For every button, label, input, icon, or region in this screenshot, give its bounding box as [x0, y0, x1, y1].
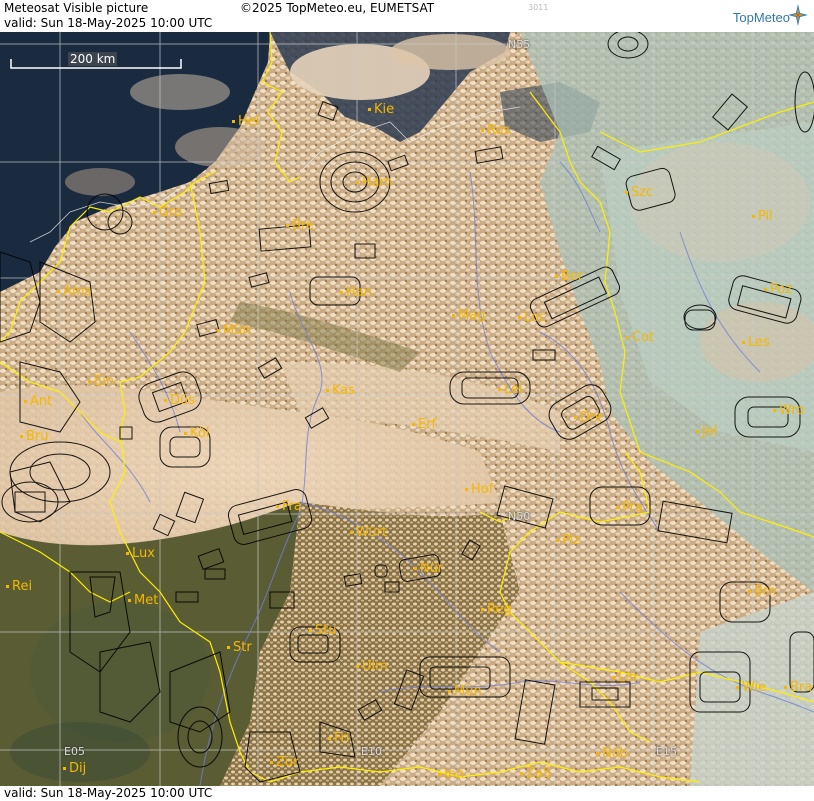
copyright-text: ©2025 TopMeteo.eu, EUMETSAT [240, 1, 435, 15]
grid-label: E15 [656, 745, 677, 758]
city-label: Gro [153, 205, 182, 220]
valid-time: valid: Sun 18-May-2025 10:00 UTC [4, 16, 213, 30]
city-label: Lux [126, 546, 155, 561]
city-label: Erf [412, 417, 436, 432]
city-label: Ant [24, 394, 52, 409]
city-label: Stu [309, 623, 337, 638]
city-label: Kas [326, 383, 355, 398]
city-label: Bru [20, 429, 49, 444]
satellite-image [0, 32, 814, 786]
header-bar: Meteosat Visible picture valid: Sun 18-M… [0, 0, 814, 32]
city-label: Jel [696, 424, 717, 439]
city-label: Mün [217, 323, 251, 338]
city-label: Zür [270, 755, 299, 770]
city-label: Ham [356, 175, 392, 190]
city-label: Pra [616, 500, 643, 515]
city-label: Nöb [596, 746, 628, 761]
city-label: Wie [736, 680, 766, 695]
city-label: Plz [556, 533, 580, 548]
city-label: Würt [350, 525, 387, 540]
page-title: Meteosat Visible picture [4, 1, 149, 15]
satellite-map: 200 km N55 N50 E05 E10 E15 Hel Kie Ros H… [0, 32, 814, 786]
footer-bar: valid: Sun 18-May-2025 10:00 UTC [0, 786, 814, 801]
city-label: Les [742, 335, 770, 350]
city-label: Kie [368, 102, 394, 117]
city-label: Loc [518, 310, 546, 325]
city-label: Han [340, 285, 372, 300]
city-label: Inn [438, 767, 464, 782]
city-label: Poz [764, 282, 792, 297]
grid-label: N55 [508, 38, 531, 51]
city-label: Dre [574, 410, 603, 425]
city-label: Ams [57, 284, 91, 299]
city-label: Dij [63, 761, 86, 776]
city-label: Ber [555, 269, 583, 284]
city-label: Ros [481, 123, 510, 138]
city-label: Ein [88, 374, 114, 389]
city-label: Fra [276, 499, 302, 514]
city-label: Szc [625, 185, 653, 200]
city-label: Pil [752, 209, 773, 224]
logo-text: TopMeteo [732, 10, 790, 25]
city-label: Str [227, 640, 252, 655]
grid-label: N50 [508, 510, 531, 523]
city-label: Cot [626, 330, 654, 345]
city-label: Brn [748, 584, 776, 599]
city-label: Met [128, 593, 158, 608]
city-label: Wro [773, 403, 804, 418]
city-label: Fri [328, 731, 350, 746]
city-label: Düs [164, 393, 195, 408]
grid-label: E10 [361, 745, 382, 758]
city-label: Ulm [356, 659, 388, 674]
city-label: Köl [184, 426, 209, 441]
topmeteo-logo-icon [788, 4, 808, 26]
city-label: Bra [784, 680, 812, 695]
city-label: Nür [414, 561, 443, 576]
city-label: Hel [232, 114, 259, 129]
footer-valid-time: valid: Sun 18-May-2025 10:00 UTC [4, 786, 213, 800]
city-label: Bre [286, 218, 314, 233]
grid-label: E05 [64, 745, 85, 758]
image-code: 3011 [528, 3, 549, 12]
scale-label: 200 km [68, 52, 118, 66]
city-label: Rei [6, 579, 32, 594]
city-label: Reg [481, 602, 512, 617]
city-label: ZaS [520, 766, 551, 781]
city-label: Hof [465, 482, 493, 497]
city-label: Mag [452, 308, 485, 323]
city-label: Lei [498, 382, 523, 397]
city-label: Mün [448, 684, 482, 699]
city-label: Lin [612, 670, 637, 685]
